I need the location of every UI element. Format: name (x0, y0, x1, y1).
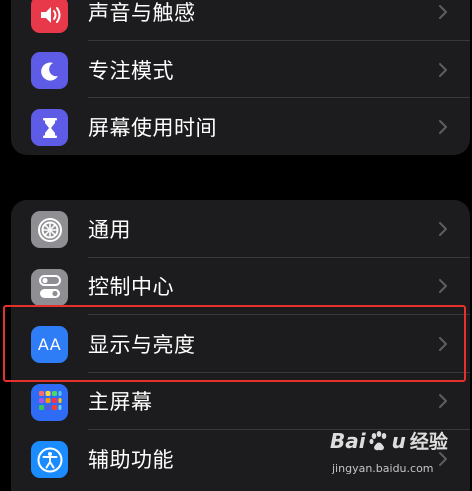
chevron-right-icon (439, 62, 447, 77)
speaker-icon (31, 0, 68, 33)
settings-group-sound-focus: 声音与触感 专注模式 屏幕使用时间 (11, 0, 470, 155)
moon-icon (31, 52, 68, 89)
settings-row-label: 声音与触感 (88, 0, 196, 25)
hourglass-icon (31, 109, 68, 146)
home-grid-icon (31, 383, 68, 421)
settings-row-label: 屏幕使用时间 (88, 115, 217, 140)
watermark-url: jingyan.baidu.com (332, 462, 434, 475)
chevron-right-icon (439, 394, 447, 409)
highlight-box (3, 305, 466, 382)
chevron-right-icon (439, 279, 447, 294)
watermark-brand-right: u (391, 428, 406, 453)
accessibility-icon (31, 441, 68, 478)
watermark-brand-left: Bai (330, 428, 366, 453)
gear-icon (31, 211, 68, 248)
baidu-jingyan-watermark: Bai u 经验 jingyan.baidu.com (330, 427, 450, 479)
settings-row-screen-time[interactable]: 屏幕使用时间 (11, 98, 470, 155)
settings-row-label: 专注模式 (88, 58, 174, 83)
watermark-brand-suffix: 经验 (409, 431, 448, 453)
chevron-right-icon (439, 119, 447, 134)
toggles-icon (31, 268, 68, 306)
settings-screen: 声音与触感 专注模式 屏幕使用时间 通用 控制中心 AA 显示与亮度 主屏幕 辅… (0, 0, 472, 491)
settings-row-label: 通用 (88, 217, 131, 242)
paw-icon (369, 430, 386, 450)
settings-row-focus[interactable]: 专注模式 (11, 41, 470, 98)
chevron-right-icon (439, 221, 447, 236)
chevron-right-icon (439, 4, 447, 19)
settings-row-general[interactable]: 通用 (11, 200, 470, 258)
settings-row-label: 辅助功能 (88, 447, 174, 472)
